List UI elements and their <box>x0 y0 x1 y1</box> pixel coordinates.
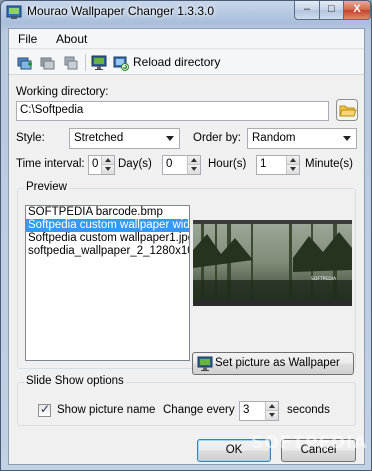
seconds-label: seconds <box>287 404 330 416</box>
slideshow-group: Slide Show options ✓ Show picture name C… <box>17 375 356 426</box>
remove-image-icon[interactable] <box>40 55 56 71</box>
preview-group: Preview SOFTPEDIA barcode.bmp Softpedia … <box>17 181 356 375</box>
checkmark-icon: ✓ <box>40 402 51 416</box>
change-every-stepper[interactable]: 3 <box>239 401 279 421</box>
list-item[interactable]: Softpedia custom wallpaper1.jpg <box>26 232 189 245</box>
time-interval-label: Time interval: <box>16 158 85 170</box>
list-item-selected[interactable]: Softpedia custom wallpaper wide <box>26 219 189 232</box>
minutes-down-arrow-icon[interactable] <box>286 165 299 174</box>
set-wallpaper-label: Set picture as Wallpaper <box>215 357 340 369</box>
show-picture-name-checkbox[interactable]: ✓ <box>38 402 51 417</box>
list-item[interactable]: softpedia_wallpaper_2_1280x10 <box>26 245 189 258</box>
minutes-stepper[interactable]: 1 <box>256 155 300 175</box>
app-window: Mourao Wallpaper Changer 1.3.3.0 – □ X F… <box>0 0 372 471</box>
seconds-up-arrow-icon[interactable] <box>265 402 278 411</box>
order-by-dropdown[interactable]: Random <box>247 128 357 149</box>
chevron-down-icon <box>166 136 174 141</box>
days-label: Day(s) <box>118 158 152 170</box>
chevron-down-icon <box>343 136 351 141</box>
maximize-button[interactable]: □ <box>319 1 344 20</box>
slideshow-group-title: Slide Show options <box>24 375 126 387</box>
app-icon <box>6 5 22 19</box>
reload-directory-button[interactable]: Reload directory <box>133 55 220 69</box>
working-directory-field[interactable]: C:\Softpedia <box>16 101 329 121</box>
set-wallpaper-button[interactable]: Set picture as Wallpaper <box>192 352 354 375</box>
hours-value: 0 <box>166 158 173 170</box>
minutes-value: 1 <box>260 158 267 170</box>
add-images-icon[interactable] <box>17 55 33 71</box>
days-stepper[interactable]: 0 <box>88 155 115 175</box>
days-up-arrow-icon[interactable] <box>101 156 114 165</box>
order-by-label: Order by: <box>193 132 241 144</box>
days-value: 0 <box>92 158 99 170</box>
menu-bar: File About <box>9 29 364 49</box>
watermark: SOFTPEDIA <box>251 433 368 453</box>
wallpaper-preview: SOFTPEDIA <box>193 220 352 306</box>
minutes-label: Minute(s) <box>305 158 353 170</box>
minimize-button[interactable]: – <box>294 1 320 20</box>
hours-label: Hour(s) <box>208 158 247 170</box>
toolbar-separator <box>85 54 86 71</box>
style-value: Stretched <box>74 132 124 144</box>
order-by-value: Random <box>252 132 296 144</box>
set-wallpaper-icon[interactable] <box>91 55 107 71</box>
window-title: Mourao Wallpaper Changer 1.3.3.0 <box>27 4 214 18</box>
minutes-up-arrow-icon[interactable] <box>286 156 299 165</box>
hours-stepper[interactable]: 0 <box>162 155 201 175</box>
days-down-arrow-icon[interactable] <box>101 165 114 174</box>
preview-group-title: Preview <box>24 181 69 193</box>
menu-file[interactable]: File <box>18 32 37 46</box>
preview-image-caption: SOFTPEDIA <box>311 276 337 282</box>
toolbar: Reload directory <box>9 50 364 75</box>
browse-folder-icon[interactable] <box>336 99 358 121</box>
style-dropdown[interactable]: Stretched <box>69 128 180 149</box>
title-bar[interactable]: Mourao Wallpaper Changer 1.3.3.0 – □ X <box>1 1 371 23</box>
reload-directory-icon[interactable] <box>113 55 129 71</box>
change-every-value: 3 <box>243 404 250 416</box>
clear-list-icon[interactable] <box>63 55 79 71</box>
show-picture-name-label: Show picture name <box>57 404 156 416</box>
close-button[interactable]: X <box>343 1 371 20</box>
file-list[interactable]: SOFTPEDIA barcode.bmp Softpedia custom w… <box>25 205 190 361</box>
style-label: Style: <box>16 132 45 144</box>
hours-up-arrow-icon[interactable] <box>187 156 200 165</box>
hours-down-arrow-icon[interactable] <box>187 165 200 174</box>
list-item[interactable]: SOFTPEDIA barcode.bmp <box>26 206 189 219</box>
monitor-icon <box>197 356 213 371</box>
menu-about[interactable]: About <box>56 32 87 46</box>
seconds-down-arrow-icon[interactable] <box>265 411 278 420</box>
working-directory-label: Working directory: <box>16 86 109 98</box>
change-every-label: Change every <box>163 404 235 416</box>
client-area: File About Reload directory Working dire… <box>8 28 368 465</box>
forest-image: SOFTPEDIA <box>193 220 352 306</box>
